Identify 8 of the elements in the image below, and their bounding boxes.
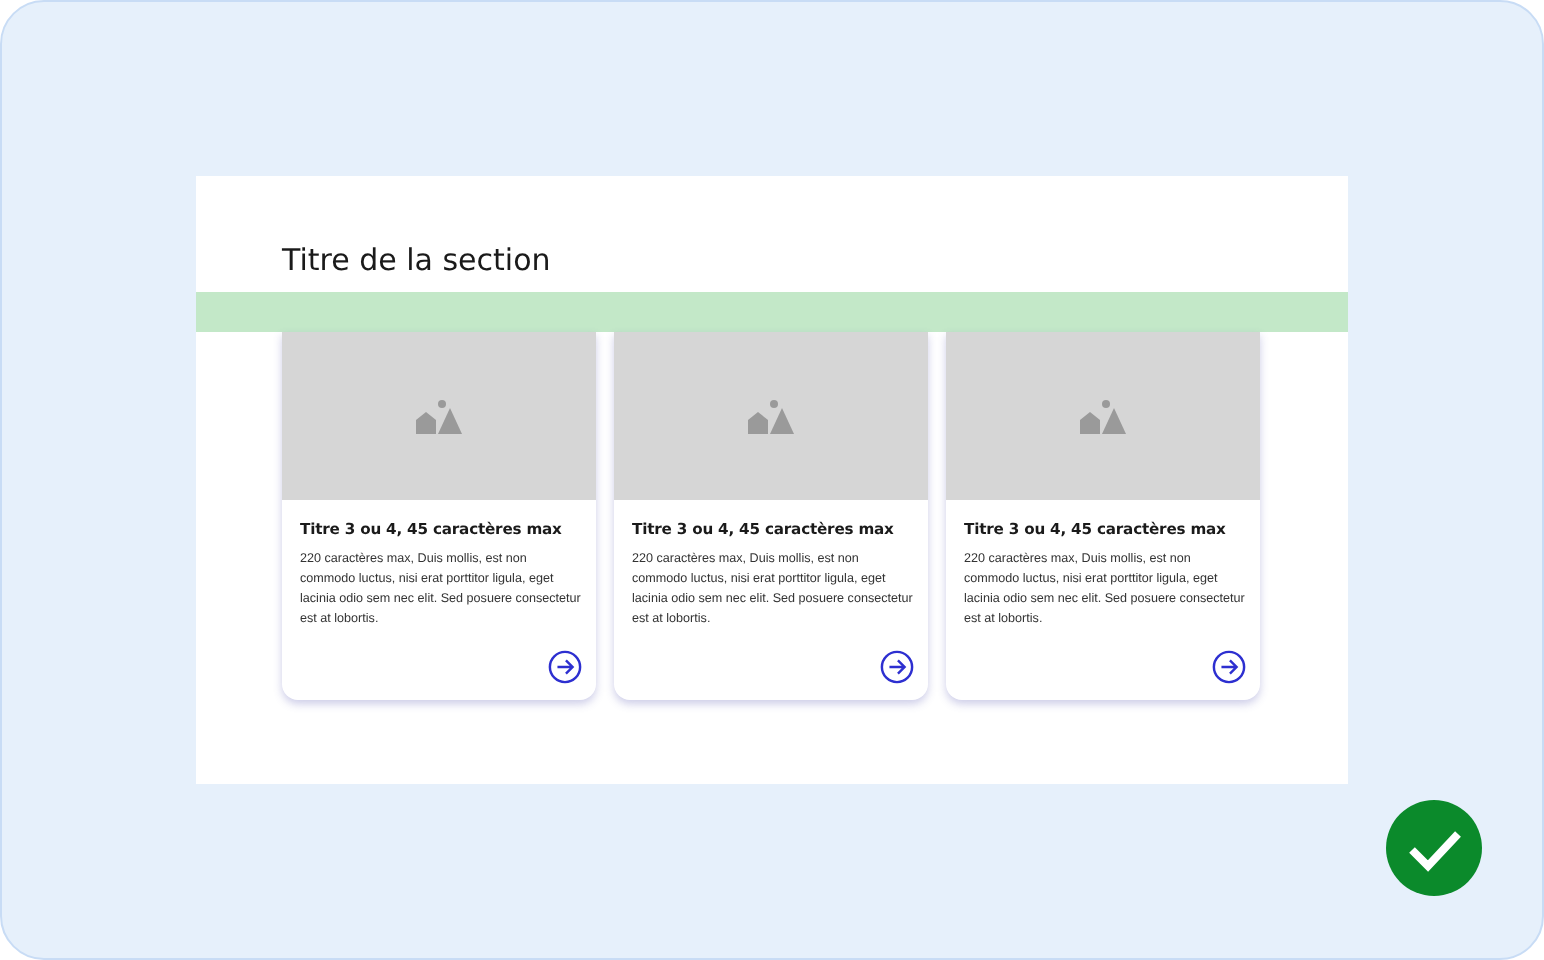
arrow-button[interactable]: [880, 650, 914, 684]
arrow-button[interactable]: [1212, 650, 1246, 684]
image-icon: [415, 398, 463, 434]
section-title: Titre de la section: [282, 242, 553, 280]
image-icon: [1079, 398, 1127, 434]
arrow-button[interactable]: [548, 650, 582, 684]
image-icon: [747, 398, 795, 434]
check-icon: [1384, 798, 1484, 898]
